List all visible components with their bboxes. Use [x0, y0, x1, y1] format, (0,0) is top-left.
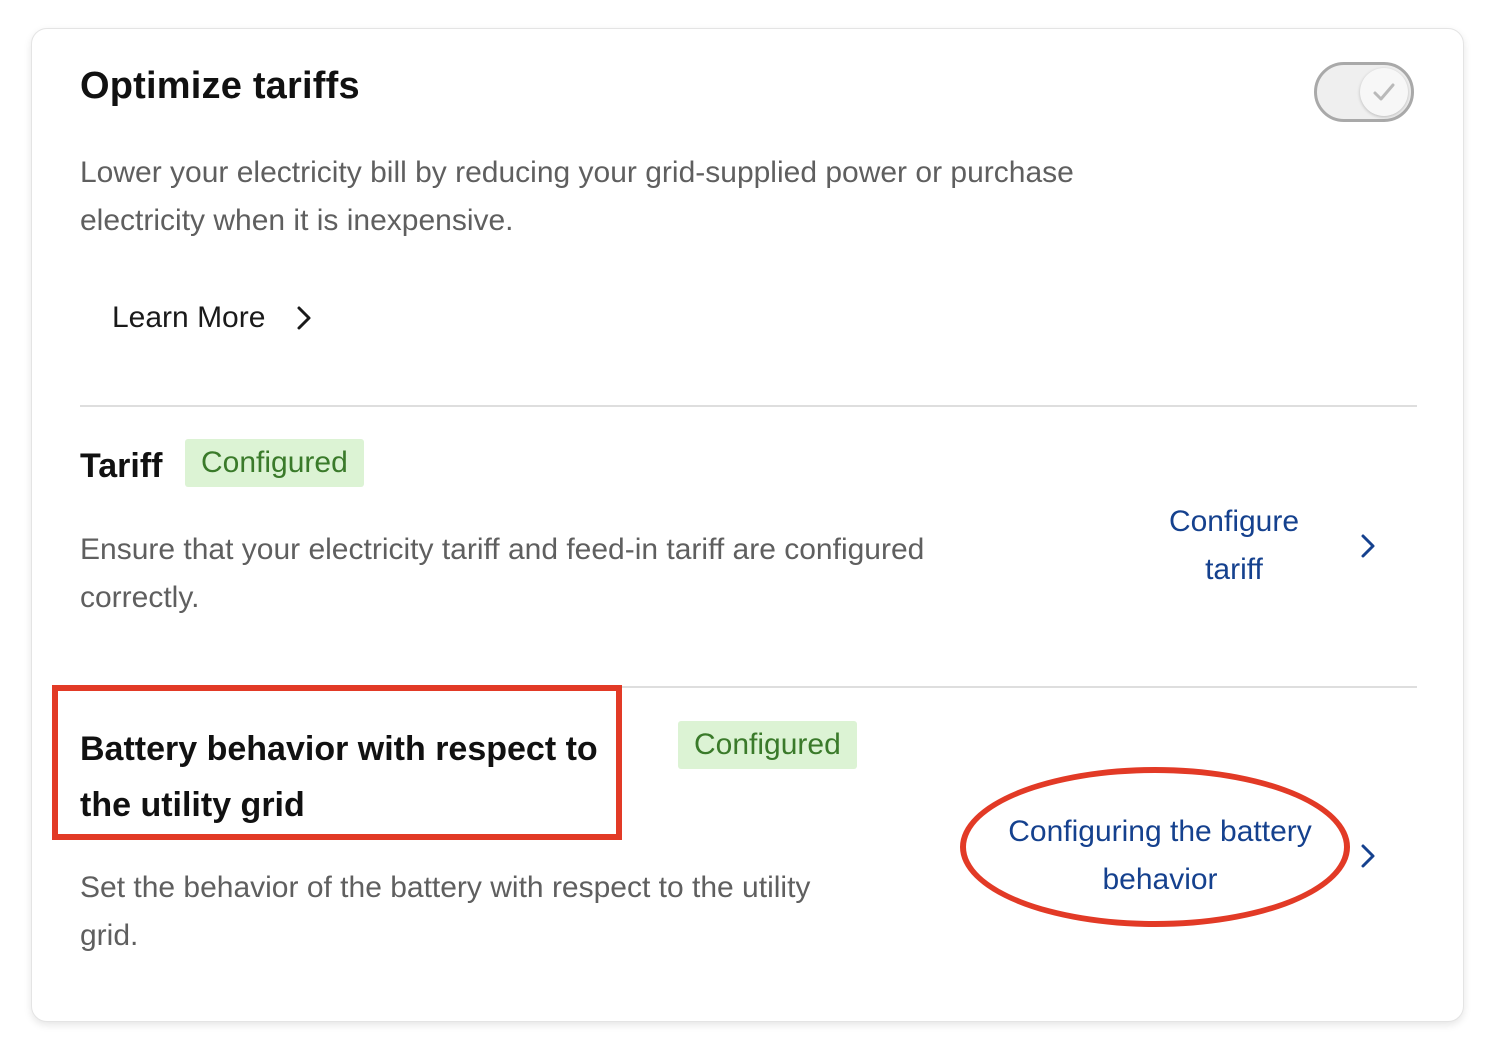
optimize-tariffs-toggle[interactable] — [1314, 62, 1414, 122]
toggle-knob — [1360, 68, 1408, 116]
battery-description: Set the behavior of the battery with res… — [80, 871, 811, 952]
learn-more-label: Learn More — [112, 301, 266, 334]
chevron-right-icon — [297, 306, 311, 330]
tariff-title: Tariff — [80, 447, 163, 485]
card-description: Lower your electricity bill by reducing … — [80, 156, 1074, 237]
annotation-highlight-rectangle — [52, 685, 622, 840]
chevron-right-icon[interactable] — [1359, 843, 1377, 869]
tariff-status-badge: Configured — [185, 439, 364, 487]
chevron-right-icon[interactable] — [1359, 533, 1377, 559]
configure-tariff-link[interactable]: Configure tariff — [1154, 498, 1314, 594]
section-divider — [80, 405, 1417, 407]
tariff-description: Ensure that your electricity tariff and … — [80, 533, 925, 614]
card-title: Optimize tariffs — [80, 65, 360, 107]
optimize-tariffs-card: Optimize tariffs Lower your electricity … — [31, 28, 1464, 1022]
battery-status-badge: Configured — [678, 721, 857, 769]
checkmark-icon — [1373, 83, 1395, 101]
annotation-highlight-ellipse — [960, 767, 1350, 927]
learn-more-link[interactable]: Learn More — [112, 301, 313, 335]
